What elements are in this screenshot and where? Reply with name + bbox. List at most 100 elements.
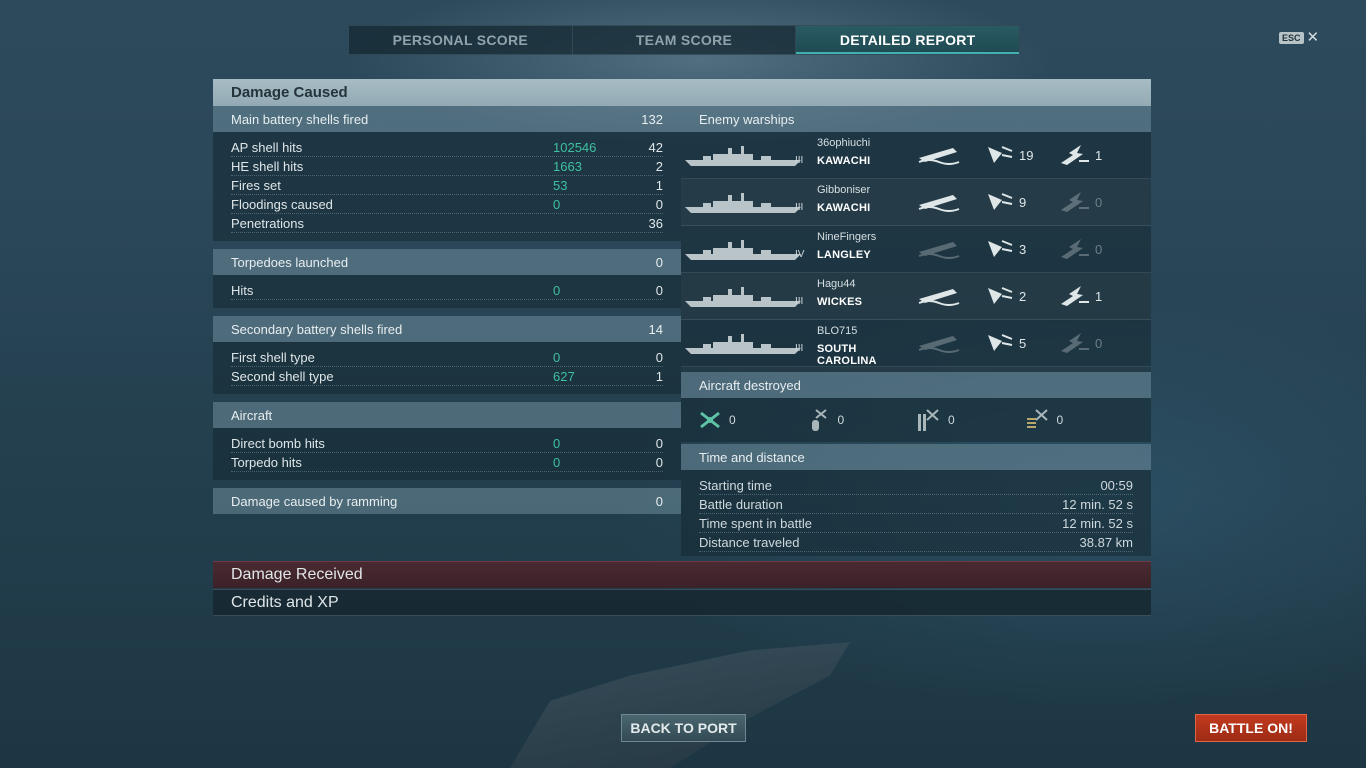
ship-silhouette-icon: III	[683, 326, 803, 360]
tab-personal-score[interactable]: PERSONAL SCORE	[349, 26, 573, 54]
stat-row: Hits 0 0	[231, 281, 663, 300]
dive-bombers-destroyed-value: 0	[837, 413, 845, 427]
player-name: 36ophiuchi	[817, 137, 871, 149]
stat-count: 0	[655, 196, 663, 212]
ramming-header: Damage caused by ramming 0	[213, 488, 681, 514]
stat-count: 1	[655, 368, 663, 384]
time-row: Starting time 00:59	[699, 476, 1133, 495]
time-distance-label: Time and distance	[699, 449, 805, 465]
enemy-ship-row: III 36ophiuchi KAWACHI 19 1	[681, 132, 1151, 179]
stat-label: Floodings caused	[231, 196, 333, 212]
stat-label: Torpedo hits	[231, 454, 302, 470]
shell-hits-count: 3	[1019, 241, 1027, 257]
torpedo-bombers-destroyed-value: 0	[948, 413, 955, 427]
stat-damage: 1663	[553, 158, 582, 174]
enemy-ship-row: BinaryVision	[681, 367, 1151, 372]
main-battery-value: 132	[641, 111, 663, 127]
stat-label: Fires set	[231, 177, 281, 193]
ship-names: 36ophiuchi KAWACHI	[817, 137, 917, 173]
stat-label: Second shell type	[231, 368, 334, 384]
credits-xp-section[interactable]: Credits and XP	[213, 589, 1151, 616]
shell-hits-icon	[979, 237, 1019, 261]
damage-caused-header[interactable]: Damage Caused	[213, 79, 1151, 106]
enemy-warships-list[interactable]: III 36ophiuchi KAWACHI 19 1 III Gibboniser KAWA…	[681, 132, 1151, 372]
ship-tier: III	[795, 202, 804, 213]
ship-names: Hagu44 WICKES	[817, 278, 917, 314]
player-name: NineFingers	[817, 231, 877, 243]
enemy-warships-header: Enemy warships	[681, 106, 1151, 132]
tab-team-score[interactable]: TEAM SCORE	[573, 26, 797, 54]
ship-tier: III	[795, 155, 804, 166]
critical-hit-count: 0	[1095, 241, 1103, 257]
ship-name: KAWACHI	[817, 202, 871, 214]
stat-damage: 102546	[553, 139, 597, 155]
stat-damage: 0	[553, 196, 561, 212]
enemy-ship-row: III Hagu44 WICKES 2 1	[681, 273, 1151, 320]
time-value: 12 min. 52 s	[1062, 496, 1133, 512]
critical-hit-count: 1	[1095, 288, 1103, 304]
player-name: BLO715	[817, 325, 858, 337]
stat-row: Direct bomb hits 0 0	[231, 434, 663, 453]
stat-count: 42	[648, 139, 663, 155]
stat-label: First shell type	[231, 349, 315, 365]
stat-label: Direct bomb hits	[231, 435, 325, 451]
shell-hits-icon	[979, 190, 1019, 214]
scout-plane-icon	[1026, 409, 1048, 428]
close-button[interactable]: ESC ✕	[1279, 30, 1319, 45]
ship-name: LANGLEY	[817, 249, 871, 261]
ship-names: BLO715 SOUTH CAROLINA	[817, 325, 917, 367]
shell-hits-count: 5	[1019, 335, 1027, 351]
time-label: Starting time	[699, 477, 772, 493]
torpedoes-header: Torpedoes launched 0	[213, 249, 681, 275]
aircraft-label: Aircraft	[231, 407, 273, 423]
critical-hit-icon	[1055, 284, 1095, 308]
stat-row: Second shell type 627 1	[231, 367, 663, 386]
time-distance-header: Time and distance	[681, 444, 1151, 470]
ship-tier: III	[795, 296, 804, 307]
aircraft-destroyed-row: 0 0 0 0	[681, 398, 1151, 442]
stat-row: HE shell hits 1663 2	[231, 157, 663, 176]
dive-bomber-icon	[811, 409, 827, 431]
ship-silhouette-icon: III	[683, 279, 803, 313]
ship-name: WICKES	[817, 296, 863, 308]
main-battery-header: Main battery shells fired 132	[213, 106, 681, 132]
time-value: 00:59	[1100, 477, 1133, 493]
dive-bombers-destroyed: 0	[808, 408, 917, 432]
back-to-port-button[interactable]: BACK TO PORT	[621, 714, 746, 742]
shell-hits-count: 9	[1019, 194, 1027, 210]
stat-damage: 627	[553, 368, 575, 384]
tab-detailed-report[interactable]: DETAILED REPORT	[796, 26, 1020, 54]
enemy-warships-label: Enemy warships	[699, 111, 795, 127]
ship-destroyed-icon	[917, 331, 961, 355]
aircraft-destroyed-header: Aircraft destroyed	[681, 372, 1151, 398]
esc-key-badge: ESC	[1279, 31, 1304, 44]
ship-silhouette-icon: IV	[683, 232, 804, 266]
enemy-ship-row: III BLO715 SOUTH CAROLINA 5 0	[681, 320, 1151, 367]
torpedo-bomber-icon	[918, 409, 939, 431]
stat-count: 2	[655, 158, 663, 174]
secondary-battery-rows: First shell type 0 0 Second shell type 627 1	[213, 342, 681, 394]
ship-destroyed-icon	[917, 190, 961, 214]
scouts-destroyed: 0	[1025, 408, 1134, 432]
close-icon: ✕	[1306, 29, 1320, 46]
time-value: 38.87 km	[1079, 534, 1133, 550]
ramming-label: Damage caused by ramming	[231, 493, 398, 509]
stat-row: First shell type 0 0	[231, 348, 663, 367]
stat-count: 1	[655, 177, 663, 193]
stat-label: Penetrations	[231, 215, 304, 231]
critical-hit-icon	[1055, 331, 1095, 355]
stat-row: Torpedo hits 0 0	[231, 453, 663, 472]
damage-stats-column: Main battery shells fired 132 AP shell h…	[213, 106, 681, 556]
detailed-report-panel: Damage Caused Main battery shells fired …	[213, 79, 1151, 556]
battle-on-button[interactable]: BATTLE ON!	[1195, 714, 1307, 742]
shell-hits-count: 2	[1019, 288, 1027, 304]
ship-tier: III	[795, 343, 804, 354]
time-row: Battle duration 12 min. 52 s	[699, 495, 1133, 514]
stat-damage: 0	[553, 282, 561, 298]
damage-received-section[interactable]: Damage Received	[213, 561, 1151, 588]
time-row: Time spent in battle 12 min. 52 s	[699, 514, 1133, 533]
enemy-column: Enemy warships III 36ophiuchi KAWACHI 19 1 II…	[681, 106, 1151, 556]
critical-hit-count: 0	[1095, 194, 1103, 210]
ship-silhouette-icon: III	[683, 138, 803, 172]
scouts-destroyed-value: 0	[1056, 413, 1064, 427]
